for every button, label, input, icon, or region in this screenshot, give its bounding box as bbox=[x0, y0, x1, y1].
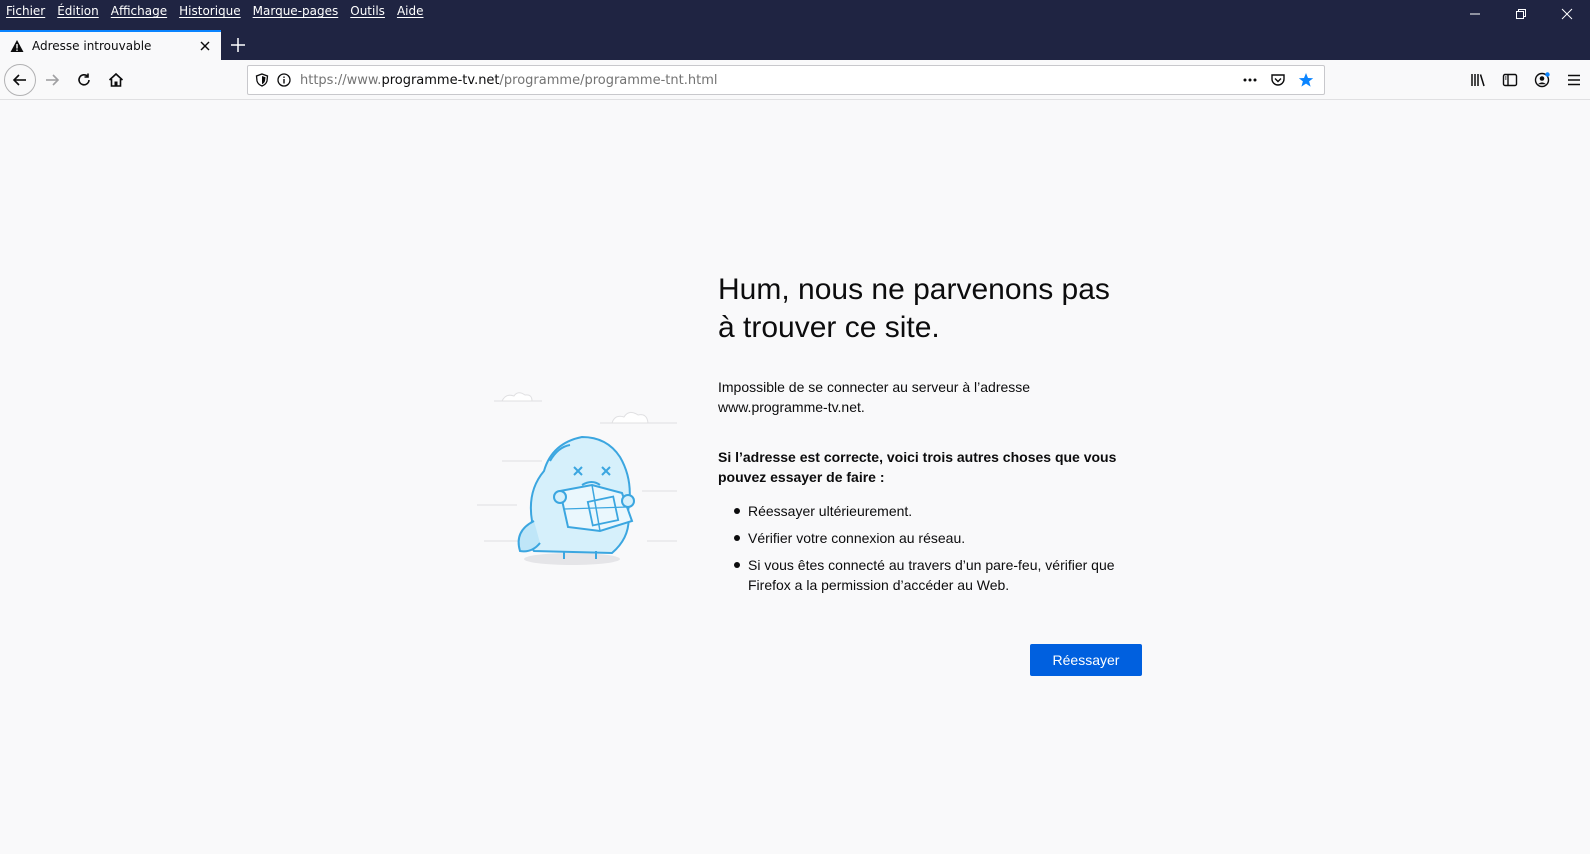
menu-button[interactable] bbox=[1558, 64, 1590, 96]
back-button[interactable] bbox=[4, 64, 36, 96]
url-path: /programme/programme-tnt.html bbox=[499, 72, 718, 88]
tracking-shield-icon[interactable] bbox=[254, 72, 270, 88]
restore-button[interactable] bbox=[1498, 0, 1544, 28]
more-dots-icon bbox=[1243, 78, 1257, 82]
forward-button[interactable] bbox=[36, 64, 68, 96]
close-icon bbox=[200, 41, 210, 51]
list-item: Vérifier votre connexion au réseau. bbox=[718, 528, 1148, 548]
error-description: Impossible de se connecter au serveur à … bbox=[718, 377, 1148, 417]
list-item: Réessayer ultérieurement. bbox=[718, 501, 1148, 521]
sidebar-icon bbox=[1502, 73, 1518, 87]
tab-title: Adresse introuvable bbox=[32, 39, 152, 53]
library-button[interactable] bbox=[1462, 64, 1494, 96]
menu-affichage[interactable]: Affichage bbox=[111, 4, 167, 18]
site-info-icon[interactable] bbox=[276, 72, 292, 88]
library-icon bbox=[1471, 74, 1485, 87]
account-icon bbox=[1534, 72, 1550, 88]
menu-aide[interactable]: Aide bbox=[397, 4, 424, 18]
minimize-icon bbox=[1470, 13, 1480, 15]
error-title-line-1: Hum, nous ne parvenons pas bbox=[718, 273, 1110, 306]
sidebar-button[interactable] bbox=[1494, 64, 1526, 96]
reload-button[interactable] bbox=[68, 64, 100, 96]
suggestions-list: Réessayer ultérieurement. Vérifier votre… bbox=[718, 501, 1148, 595]
error-title-line-2: à trouver ce site. bbox=[718, 311, 940, 344]
error-description-line-2: www.programme-tv.net. bbox=[718, 399, 865, 415]
restore-icon bbox=[1516, 9, 1526, 19]
toolbar-right bbox=[1462, 64, 1590, 96]
url-scheme: https://www. bbox=[300, 72, 382, 88]
navigation-toolbar: https://www.programme-tv.net/programme/p… bbox=[0, 60, 1590, 100]
lost-dinosaur-illustration bbox=[477, 392, 677, 565]
home-icon bbox=[108, 72, 124, 87]
error-message: Hum, nous ne parvenons pas à trouver ce … bbox=[718, 271, 1148, 602]
title-bar: Fichier Édition Affichage Historique Mar… bbox=[0, 0, 1590, 60]
suggestions-heading: Si l’adresse est correcte, voici trois a… bbox=[718, 447, 1148, 487]
new-tab-button[interactable] bbox=[226, 33, 250, 57]
menu-historique[interactable]: Historique bbox=[179, 4, 241, 18]
pocket-icon bbox=[1271, 74, 1285, 86]
star-icon bbox=[1298, 73, 1314, 87]
home-button[interactable] bbox=[100, 64, 132, 96]
tab-adresse-introuvable[interactable]: Adresse introuvable bbox=[0, 30, 221, 60]
warning-icon bbox=[10, 40, 24, 52]
error-page: Hum, nous ne parvenons pas à trouver ce … bbox=[0, 101, 1590, 854]
plus-icon bbox=[231, 38, 245, 52]
url-bar[interactable]: https://www.programme-tv.net/programme/p… bbox=[247, 65, 1325, 95]
arrow-left-icon bbox=[12, 74, 26, 86]
menu-edition[interactable]: Édition bbox=[57, 4, 99, 18]
tab-close-button[interactable] bbox=[195, 36, 215, 56]
url-host: programme-tv.net bbox=[381, 72, 500, 88]
pocket-button[interactable] bbox=[1264, 68, 1292, 92]
menu-fichier[interactable]: Fichier bbox=[6, 4, 45, 18]
close-window-button[interactable] bbox=[1544, 0, 1590, 28]
error-title: Hum, nous ne parvenons pas à trouver ce … bbox=[718, 271, 1148, 347]
menu-outils[interactable]: Outils bbox=[350, 4, 385, 18]
minimize-button[interactable] bbox=[1452, 0, 1498, 28]
window-controls bbox=[1452, 0, 1590, 28]
error-description-line-1: Impossible de se connecter au serveur à … bbox=[718, 379, 1031, 395]
menu-bar: Fichier Édition Affichage Historique Mar… bbox=[0, 0, 435, 22]
account-button[interactable] bbox=[1526, 64, 1558, 96]
page-actions-button[interactable] bbox=[1236, 68, 1264, 92]
url-actions bbox=[1236, 68, 1320, 92]
suggestions-heading-line-2: pouvez essayer de faire : bbox=[718, 469, 885, 485]
hamburger-icon bbox=[1568, 74, 1580, 86]
close-icon bbox=[1561, 8, 1573, 20]
retry-button[interactable]: Réessayer bbox=[1030, 644, 1142, 676]
menu-marque-pages[interactable]: Marque-pages bbox=[253, 4, 339, 18]
arrow-right-icon bbox=[46, 74, 60, 86]
reload-icon bbox=[78, 73, 90, 86]
bookmark-star-button[interactable] bbox=[1292, 68, 1320, 92]
list-item: Si vous êtes connecté au travers d’un pa… bbox=[718, 555, 1148, 595]
url-text[interactable]: https://www.programme-tv.net/programme/p… bbox=[300, 73, 1236, 88]
suggestions-heading-line-1: Si l’adresse est correcte, voici trois a… bbox=[718, 449, 1117, 465]
